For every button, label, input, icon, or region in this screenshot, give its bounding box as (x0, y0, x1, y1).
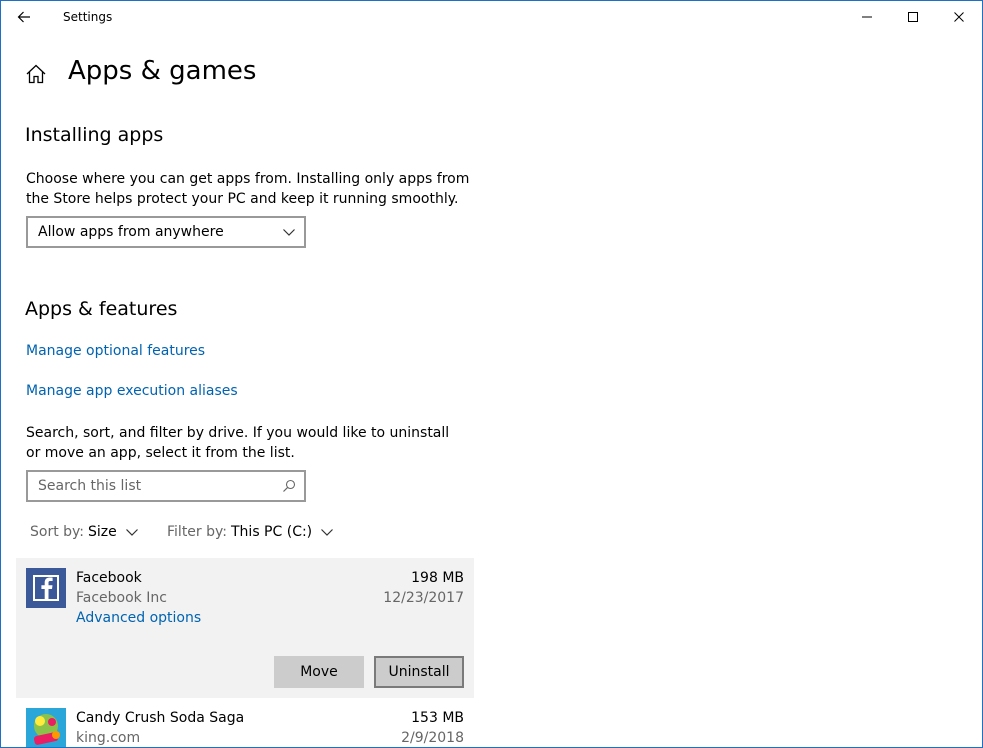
maximize-button[interactable] (890, 1, 936, 33)
app-install-date: 2/9/2018 (401, 730, 464, 746)
apps-features-heading: Apps & features (25, 298, 178, 320)
filter-by-label: Filter by: (167, 524, 227, 540)
facebook-icon (26, 568, 66, 608)
back-arrow-icon (17, 11, 30, 23)
move-button[interactable]: Move (274, 656, 364, 688)
app-source-dropdown-value: Allow apps from anywhere (38, 224, 224, 240)
maximize-icon (908, 12, 918, 22)
search-icon (283, 479, 296, 492)
filter-by-value: This PC (C:) (231, 524, 313, 540)
chevron-down-icon (125, 529, 138, 536)
app-list-item-facebook[interactable]: Facebook Facebook Inc 198 MB 12/23/2017 … (16, 558, 474, 698)
installing-apps-description: Choose where you can get apps from. Inst… (26, 171, 470, 207)
app-publisher: king.com (76, 730, 141, 746)
search-box (26, 470, 306, 502)
app-source-dropdown[interactable]: Allow apps from anywhere (26, 216, 306, 248)
window-title: Settings (63, 10, 113, 24)
apps-features-description: Search, sort, and filter by drive. If yo… (26, 425, 450, 461)
title-bar: Settings (1, 1, 982, 33)
app-name: Candy Crush Soda Saga (76, 710, 245, 726)
candy-crush-icon (26, 708, 66, 747)
installing-apps-heading: Installing apps (25, 124, 164, 146)
sort-by-label: Sort by: (30, 524, 85, 540)
search-input[interactable] (36, 476, 280, 496)
app-install-date: 12/23/2017 (383, 590, 464, 606)
advanced-options-link[interactable]: Advanced options (76, 610, 201, 626)
home-button[interactable] (25, 63, 47, 85)
minimize-button[interactable] (844, 1, 890, 33)
app-name: Facebook (76, 570, 142, 586)
filter-by-dropdown[interactable]: Filter by: This PC (C:) (167, 524, 334, 540)
app-size: 153 MB (411, 710, 464, 726)
chevron-down-icon (283, 229, 295, 236)
settings-window: Settings Apps & games Installing apps Ch… (0, 0, 983, 748)
home-icon (26, 64, 46, 84)
close-button[interactable] (936, 1, 982, 33)
page-title: Apps & games (68, 56, 257, 86)
manage-app-execution-aliases-link[interactable]: Manage app execution aliases (26, 383, 238, 399)
minimize-icon (862, 16, 872, 18)
sort-by-dropdown[interactable]: Sort by: Size (30, 524, 139, 540)
manage-optional-features-link[interactable]: Manage optional features (26, 343, 205, 359)
chevron-down-icon (321, 529, 334, 536)
uninstall-button[interactable]: Uninstall (374, 656, 464, 688)
app-size: 198 MB (411, 570, 464, 586)
sort-by-value: Size (88, 524, 117, 540)
close-icon (954, 12, 964, 22)
app-list-item-candy-crush[interactable]: Candy Crush Soda Saga king.com 153 MB 2/… (16, 698, 474, 747)
back-button[interactable] (11, 4, 37, 30)
app-publisher: Facebook Inc (76, 590, 167, 606)
